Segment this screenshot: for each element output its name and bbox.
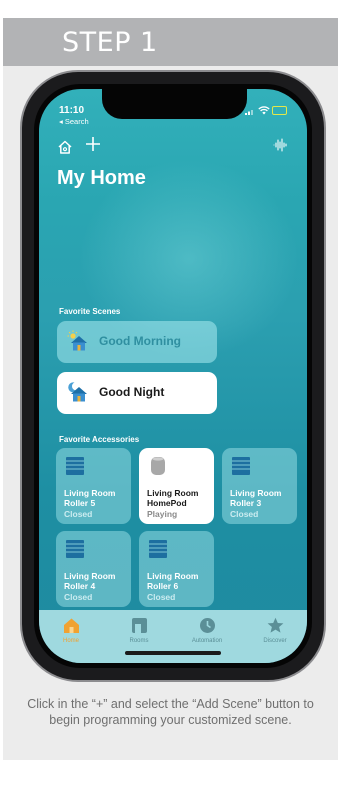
home-tab-icon (63, 618, 79, 633)
tab-label: Home (62, 638, 79, 644)
status-time: 11:10 (59, 105, 85, 116)
step-header: STEP 1 (3, 18, 338, 66)
accessory-status: Closed (230, 509, 259, 519)
accessory-roller-4[interactable]: Living Room Roller 4 Closed (56, 531, 131, 607)
accessory-room: Living Room (230, 488, 282, 498)
roller-blind-icon (66, 540, 84, 558)
wifi-icon (258, 106, 270, 115)
accessory-roller-5[interactable]: Living Room Roller 5 Closed (56, 448, 131, 524)
accessory-room: Living Room (64, 488, 116, 498)
accessory-room: Living Room (147, 488, 199, 498)
roller-blind-icon (149, 540, 167, 558)
instruction-caption: Click in the “+” and select the “Add Sce… (27, 697, 314, 727)
accessory-status: Closed (147, 592, 176, 602)
homepod-icon (151, 457, 165, 475)
accessory-name: HomePod (147, 498, 187, 508)
star-tab-icon (267, 617, 283, 633)
home-app-screen: 11:10 ◂ Search My Home Favorite Scenes G… (39, 89, 307, 663)
accessory-status: Closed (64, 509, 93, 519)
battery-icon (272, 106, 287, 115)
tab-rooms[interactable]: Rooms (109, 617, 169, 644)
phone-frame: 11:10 ◂ Search My Home Favorite Scenes G… (20, 70, 326, 682)
accessory-name: Roller 4 (64, 581, 96, 591)
scene-good-night[interactable]: Good Night (57, 372, 217, 414)
accessory-name: Roller 5 (64, 498, 96, 508)
accessory-name: Roller 3 (230, 498, 262, 508)
tab-discover[interactable]: Discover (245, 617, 305, 644)
roller-blind-icon (232, 457, 250, 475)
phone-bezel: 11:10 ◂ Search My Home Favorite Scenes G… (34, 84, 312, 668)
instruction-card: STEP 1 11:10 ◂ Search My Home Favorite S… (3, 0, 338, 787)
home-settings-icon[interactable] (57, 139, 73, 155)
cellular-signal-icon (245, 110, 253, 115)
add-plus-icon[interactable] (84, 135, 102, 153)
notch (102, 89, 247, 119)
moon-house-icon (68, 382, 87, 402)
tab-label: Discover (263, 638, 287, 644)
accessory-status: Closed (64, 592, 93, 602)
tab-label: Automation (191, 638, 223, 644)
voice-waveform-icon[interactable] (273, 138, 287, 152)
tab-automation[interactable]: Automation (177, 617, 237, 644)
status-icons (245, 104, 287, 116)
accessory-name: Roller 6 (147, 581, 179, 591)
step-label: STEP 1 (62, 27, 158, 58)
tab-home[interactable]: Home (41, 617, 101, 644)
favorite-accessories-heading: Favorite Accessories (59, 435, 140, 444)
automation-tab-icon (199, 618, 215, 633)
accessory-status: Playing (147, 509, 178, 519)
page-title: My Home (57, 167, 146, 189)
back-to-search-link[interactable]: ◂ Search (59, 117, 89, 126)
accessory-room: Living Room (64, 571, 116, 581)
scene-name: Good Morning (99, 334, 181, 348)
favorite-scenes-heading: Favorite Scenes (59, 307, 121, 316)
rooms-tab-icon (131, 618, 147, 633)
accessory-roller-3[interactable]: Living Room Roller 3 Closed (222, 448, 297, 524)
home-indicator[interactable] (125, 651, 221, 655)
sunrise-house-icon (67, 330, 87, 351)
tab-bar: Home Rooms Automation Discover (39, 610, 307, 663)
accessory-room: Living Room (147, 571, 199, 581)
tab-label: Rooms (129, 638, 149, 644)
accessory-roller-6[interactable]: Living Room Roller 6 Closed (139, 531, 214, 607)
scene-name: Good Night (99, 385, 165, 399)
roller-blind-icon (66, 457, 84, 475)
scene-good-morning[interactable]: Good Morning (57, 321, 217, 363)
accessory-homepod[interactable]: Living Room HomePod Playing (139, 448, 214, 524)
